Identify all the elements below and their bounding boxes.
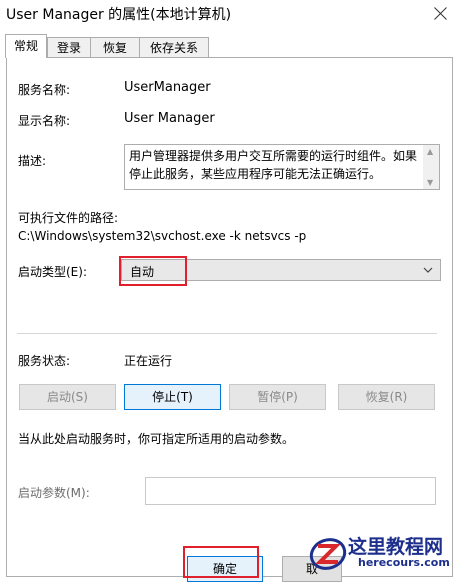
tab-dependencies[interactable]: 依存关系 (139, 37, 209, 57)
pause-button[interactable]: 暂停(P) (229, 384, 326, 410)
status-value: 正在运行 (124, 354, 173, 368)
startup-type-label: 启动类型(E): (18, 265, 87, 279)
params-input[interactable] (145, 477, 436, 505)
service-name-label: 服务名称: (18, 83, 71, 97)
close-icon[interactable] (431, 4, 451, 24)
path-label: 可执行文件的路径: (18, 211, 119, 225)
description-text: 用户管理器提供多用户交互所需要的运行时组件。如果停止此服务，某些应用程序可能无法… (129, 149, 418, 181)
watermark-brand: 这里教程网 (348, 536, 444, 558)
description-label: 描述: (18, 154, 47, 168)
divider (17, 333, 437, 334)
display-name-value: User Manager (124, 111, 215, 126)
tab-logon[interactable]: 登录 (47, 37, 91, 57)
description-scrollbar[interactable]: ▲ ▼ (423, 145, 439, 189)
hint-text: 当从此处启动服务时，你可指定所适用的启动参数。 (18, 432, 295, 446)
description-box[interactable]: 用户管理器提供多用户交互所需要的运行时组件。如果停止此服务，某些应用程序可能无法… (124, 144, 440, 190)
tab-recovery[interactable]: 恢复 (90, 37, 140, 57)
status-label: 服务状态: (18, 354, 71, 368)
title-bar: User Manager 的属性(本地计算机) (0, 0, 461, 30)
resume-button[interactable]: 恢复(R) (338, 384, 435, 410)
startup-type-highlight (119, 256, 187, 286)
scroll-up-icon[interactable]: ▲ (427, 147, 433, 156)
general-panel: 服务名称: UserManager 显示名称: User Manager 描述:… (6, 57, 453, 577)
params-label: 启动参数(M): (18, 486, 90, 500)
stop-button[interactable]: 停止(T) (124, 384, 221, 410)
tab-general[interactable]: 常规 (5, 34, 47, 58)
display-name-label: 显示名称: (18, 114, 71, 128)
chevron-down-icon (423, 267, 433, 273)
window-title: User Manager 的属性(本地计算机) (6, 7, 232, 23)
path-value: C:\Windows\system32\svchost.exe -k netsv… (18, 229, 307, 243)
tab-strip: 常规 登录 恢复 依存关系 (0, 34, 461, 58)
ok-button-highlight (183, 546, 259, 578)
start-button[interactable]: 启动(S) (19, 384, 116, 410)
service-name-value: UserManager (124, 80, 211, 95)
watermark-url: herecours.com (358, 556, 450, 569)
scroll-down-icon[interactable]: ▼ (427, 178, 433, 187)
logo-icon (309, 538, 347, 570)
watermark: 这里教程网 herecours.com (300, 530, 461, 574)
